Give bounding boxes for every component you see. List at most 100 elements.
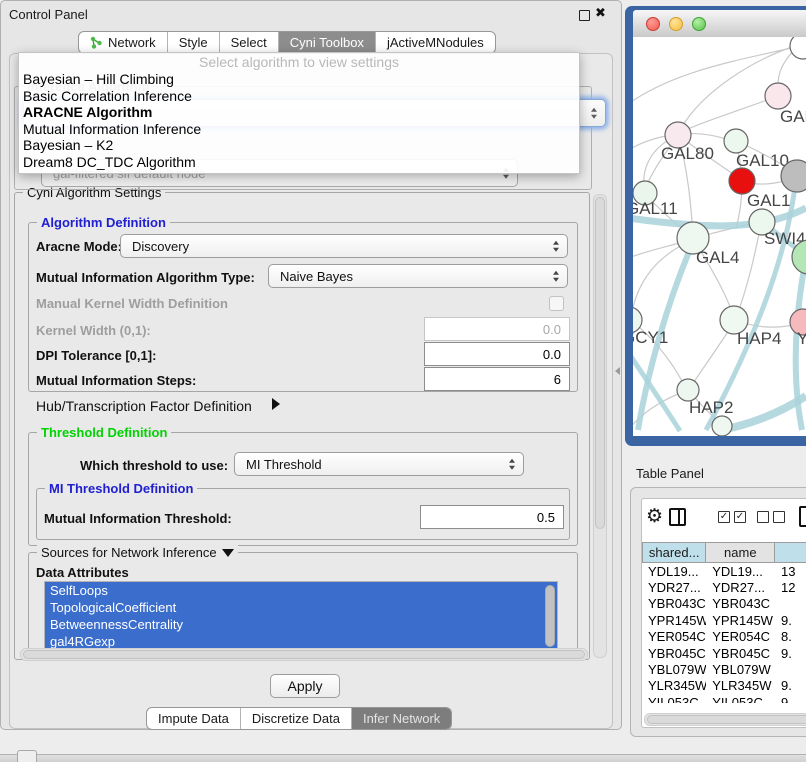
table-row[interactable]: YBR043CYBR043C	[642, 596, 806, 612]
kernel-width-field[interactable]: 0.0	[424, 317, 570, 341]
network-canvas[interactable]: GAL8GAL80GAL10GAL1GAL11SWI4GAL4GCY1HAP4Y…	[633, 37, 806, 436]
table-cell: YBR043C	[642, 596, 706, 611]
table-row[interactable]: YBL079WYBL079W	[642, 661, 806, 677]
tab-impute-data[interactable]: Impute Data	[147, 708, 240, 729]
table-row[interactable]: YIL053CYIL053C9	[642, 694, 806, 703]
algorithm-option[interactable]: Basic Correlation Inference	[19, 88, 579, 105]
table-cell: YDR27...	[706, 580, 775, 595]
table-cell: 9	[775, 695, 806, 703]
tab-jactivemnodules[interactable]: jActiveMNodules	[375, 32, 495, 53]
network-node-gal8[interactable]	[765, 83, 791, 109]
tab-cyni-toolbox-label: Cyni Toolbox	[290, 35, 364, 50]
tab-style-label: Style	[179, 35, 208, 50]
network-node[interactable]	[712, 416, 732, 436]
table-row[interactable]: YPR145WYPR145W9.	[642, 612, 806, 628]
tab-cyni-toolbox[interactable]: Cyni Toolbox	[278, 32, 375, 53]
close-icon[interactable]: ✖	[595, 5, 606, 21]
algorithm-popup-list: Bayesian – Hill ClimbingBasic Correlatio…	[19, 71, 579, 170]
attribute-list-item[interactable]: TopologicalCoefficient	[45, 599, 557, 616]
collapse-icon[interactable]	[222, 549, 234, 557]
tab-select[interactable]: Select	[219, 32, 278, 53]
attribute-list-item[interactable]: BetweennessCentrality	[45, 616, 557, 633]
hub-definition-label: Hub/Transcription Factor Definition	[36, 398, 252, 414]
tab-jactivemnodules-label: jActiveMNodules	[387, 35, 484, 50]
minimize-window-icon[interactable]	[669, 17, 683, 31]
table-cell: YLR345W	[642, 678, 706, 693]
which-threshold-label: Which threshold to use:	[80, 458, 228, 473]
algorithm-option[interactable]: ARACNE Algorithm	[19, 104, 579, 121]
manual-kernel-checkbox[interactable]	[549, 296, 564, 311]
mi-steps-field[interactable]: 6	[424, 367, 570, 391]
network-node[interactable]	[781, 160, 806, 192]
deselect-columns-icon[interactable]	[757, 511, 769, 523]
export-table-icon[interactable]	[799, 506, 806, 527]
float-window-icon[interactable]	[579, 10, 590, 21]
deselect-columns-icon2[interactable]	[773, 511, 785, 523]
table-hscrollbar-thumb[interactable]	[647, 715, 806, 724]
attribute-list-item[interactable]: SelfLoops	[45, 582, 557, 599]
table-row[interactable]: YDR27...YDR27...12	[642, 579, 806, 595]
tab-infer-network-label: Infer Network	[363, 711, 440, 726]
close-window-icon[interactable]	[646, 17, 660, 31]
algorithm-option[interactable]: Bayesian – K2	[19, 137, 579, 154]
apply-button[interactable]: Apply	[270, 674, 340, 698]
table-cell: YBR045C	[706, 646, 775, 661]
network-view-window: GAL8GAL80GAL10GAL1GAL11SWI4GAL4GCY1HAP4Y…	[625, 6, 806, 446]
table-cell: YBR045C	[642, 646, 706, 661]
table-cell: 9.	[775, 613, 806, 628]
mi-type-value: Naive Bayes	[280, 269, 353, 284]
select-all-columns-icon2[interactable]: ✓	[734, 511, 746, 523]
list-scrollbar-thumb[interactable]	[545, 585, 555, 647]
table-row[interactable]: YBR045CYBR045C9.	[642, 645, 806, 661]
algorithm-option[interactable]: Bayesian – Hill Climbing	[19, 71, 579, 88]
threshold-definition-legend: Threshold Definition	[37, 425, 171, 440]
collapsed-panel-icon[interactable]	[17, 750, 37, 762]
table-row[interactable]: YDL19...YDL19...13	[642, 563, 806, 579]
table-cell: 9.	[775, 678, 806, 693]
table-column-header[interactable]	[775, 542, 806, 563]
data-attributes-label: Data Attributes	[36, 565, 129, 580]
table-body: YDL19...YDL19...13YDR27...YDR27...12YBR0…	[642, 563, 806, 703]
tab-network[interactable]: Network	[79, 32, 167, 53]
select-all-columns-icon[interactable]: ✓	[718, 511, 730, 523]
gear-icon[interactable]: ⚙	[646, 507, 663, 526]
network-node-label: GAL80	[661, 144, 714, 163]
apply-button-label: Apply	[287, 678, 322, 694]
network-node-label: GAL4	[696, 248, 739, 267]
network-window-titlebar[interactable]	[633, 10, 806, 38]
settings-vscrollbar-thumb[interactable]	[595, 197, 605, 529]
table-cell: YER054C	[642, 629, 706, 644]
settings-hscrollbar-thumb[interactable]	[23, 650, 585, 659]
combo-arrows-icon	[509, 459, 515, 470]
combo-arrows-icon	[553, 241, 559, 252]
table-cell: 9.	[775, 646, 806, 661]
table-panel-window: ⚙ ✓ ✓ shared...name YDL19...YDL19...13YD…	[630, 487, 806, 737]
tab-discretize-data[interactable]: Discretize Data	[240, 708, 351, 729]
panel-divider-handle[interactable]	[615, 367, 620, 375]
mi-threshold-field[interactable]: 0.5	[420, 505, 564, 529]
tab-infer-network[interactable]: Infer Network	[351, 708, 451, 729]
table-panel-title: Table Panel	[636, 466, 704, 481]
table-column-header[interactable]: name	[706, 542, 775, 563]
algorithm-option[interactable]: Dream8 DC_TDC Algorithm	[19, 154, 579, 171]
network-edge[interactable]	[736, 224, 761, 318]
algorithm-option[interactable]: Mutual Information Inference	[19, 121, 579, 138]
dpi-tolerance-field[interactable]: 0.0	[424, 342, 570, 366]
expand-icon[interactable]	[272, 398, 280, 410]
kernel-width-label: Kernel Width (0,1):	[36, 323, 151, 338]
aracne-mode-combo[interactable]: Discovery	[120, 234, 568, 258]
network-node[interactable]	[790, 37, 806, 59]
split-table-icon[interactable]	[669, 508, 686, 526]
zoom-window-icon[interactable]	[692, 17, 706, 31]
network-node-gal10[interactable]	[724, 129, 748, 153]
table-panel-inner: ⚙ ✓ ✓ shared...name YDL19...YDL19...13YD…	[641, 498, 806, 728]
tab-style[interactable]: Style	[167, 32, 219, 53]
table-cell: 13	[775, 564, 806, 579]
aracne-mode-value: Discovery	[132, 239, 189, 254]
table-column-header[interactable]: shared...	[642, 542, 706, 563]
table-row[interactable]: YLR345WYLR345W9.	[642, 678, 806, 694]
mi-type-combo[interactable]: Naive Bayes	[268, 264, 568, 288]
network-edge[interactable]	[679, 96, 778, 133]
table-row[interactable]: YER054CYER054C8.	[642, 629, 806, 645]
which-threshold-combo[interactable]: MI Threshold	[234, 452, 524, 476]
